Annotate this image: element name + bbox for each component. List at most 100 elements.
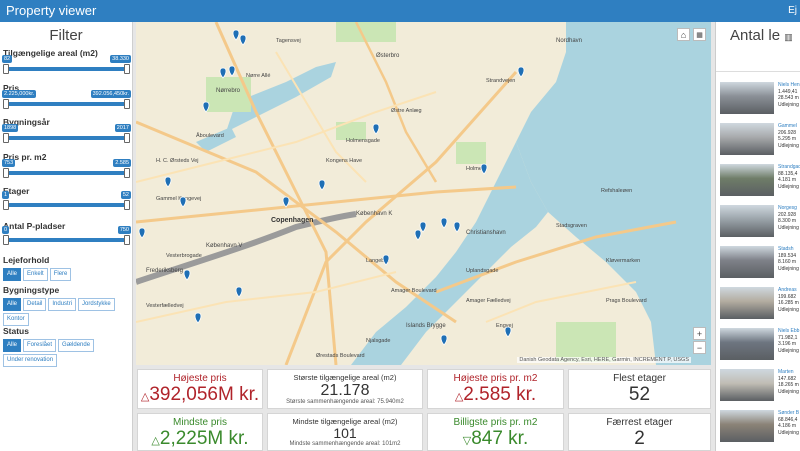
property-detail: Udlejning — [778, 265, 799, 272]
area-min-handle[interactable] — [3, 64, 9, 74]
parking-min-handle[interactable] — [3, 235, 9, 245]
fewest-floors-label: Færrest etager — [606, 417, 673, 428]
property-details: Andreas 199.682 16.285 m Udlejning — [778, 287, 799, 313]
max-price-per-m2-value: 2.585 kr. — [463, 384, 537, 405]
building-type-option-land[interactable]: Jordstykke — [78, 298, 115, 311]
list-item[interactable]: Andreas 199.682 16.285 m Udlejning — [720, 285, 800, 321]
property-pin-icon[interactable] — [414, 229, 422, 241]
price-max-handle[interactable] — [124, 99, 130, 109]
status-option-proposed[interactable]: Foreslået — [23, 339, 57, 352]
min-area-value: 101 — [333, 425, 357, 441]
property-map[interactable]: Copenhagen København K København V Nørre… — [136, 22, 711, 365]
property-pin-icon[interactable] — [282, 196, 290, 208]
list-item[interactable]: Marten 147.682 18.265 m Udlejning — [720, 367, 800, 403]
building-icon: ▥ — [784, 32, 793, 42]
area-max-handle[interactable] — [124, 64, 130, 74]
price-per-m2-range-slider[interactable]: 753 2.585 — [2, 159, 131, 178]
max-price-label: Højeste pris — [173, 373, 227, 384]
list-title: Antal le ▥ — [716, 22, 800, 72]
property-detail: Udlejning — [778, 429, 799, 436]
property-pin-icon[interactable] — [504, 326, 512, 338]
status-option-all[interactable]: Alle — [3, 339, 22, 352]
property-pin-icon[interactable] — [372, 123, 380, 135]
building-type-option-industry[interactable]: Industri — [48, 298, 77, 311]
area-range-slider[interactable]: 82 38.330 — [2, 55, 131, 74]
property-pin-icon[interactable] — [235, 286, 243, 298]
list-item[interactable]: Strandgade88.135,44.181 mUdlejning — [720, 162, 800, 198]
property-name: Niels Ebb — [778, 328, 800, 334]
min-price-label: Mindste pris — [173, 417, 227, 428]
floors-range-slider[interactable]: 1 52 — [2, 191, 131, 210]
property-pin-icon[interactable] — [318, 179, 326, 191]
list-item[interactable]: Sønder B 68.846,4 4.186 m Udlejning — [720, 408, 800, 444]
property-details: Sønder B 68.846,4 4.186 m Udlejning — [778, 410, 799, 436]
list-item[interactable]: Niels Hen 1.449,41 28.543 m Udlejning — [720, 80, 800, 116]
property-detail: 8.160 m — [778, 259, 797, 266]
floors-max-handle[interactable] — [124, 200, 130, 210]
property-pin-icon[interactable] — [453, 221, 461, 233]
property-pin-icon[interactable] — [419, 221, 427, 233]
parking-max-handle[interactable] — [124, 235, 130, 245]
property-name: Norgesg — [778, 205, 797, 211]
property-pin-icon[interactable] — [183, 269, 191, 281]
property-pin-icon[interactable] — [219, 67, 227, 79]
lease-option-all[interactable]: Alle — [3, 268, 22, 281]
property-detail: 8.300 m — [778, 218, 797, 225]
property-pin-icon[interactable] — [440, 217, 448, 229]
property-name: Stadsh — [778, 246, 794, 252]
property-list-panel: Antal le ▥ Niels Hen 1.449,41 28.543 m Udle… — [715, 22, 800, 451]
floors-min-handle[interactable] — [3, 200, 9, 210]
zoom-out-button[interactable]: − — [693, 341, 706, 354]
map-attribution: Danish Geodata Agency, Esri, HERE, Garmi… — [517, 357, 691, 363]
basemap-icon[interactable]: ▦ — [693, 28, 706, 41]
property-name: Gammel — [778, 123, 797, 129]
year-min-value: 1898 — [2, 124, 19, 132]
property-thumbnail — [720, 123, 774, 155]
lease-option-multiple[interactable]: Flere — [49, 268, 72, 281]
year-min-handle[interactable] — [3, 133, 9, 143]
price-per-m2-max-handle[interactable] — [124, 168, 130, 178]
list-item[interactable]: Niels Ebb 71.982,1 3.196 m Udlejning — [720, 326, 800, 362]
zoom-in-button[interactable]: + — [693, 327, 706, 340]
floors-max-value: 52 — [120, 191, 131, 199]
max-area-sub: Største sammenhængende areal: 75.940m2 — [286, 399, 404, 405]
property-detail: 28.543 m — [778, 95, 799, 102]
property-pin-icon[interactable] — [440, 334, 448, 346]
min-price-value: 2,225M kr. — [159, 428, 249, 449]
property-pin-icon[interactable] — [138, 227, 146, 239]
lease-option-single[interactable]: Enkelt — [23, 268, 48, 281]
property-pin-icon[interactable] — [517, 66, 525, 78]
property-pin-icon[interactable] — [228, 65, 236, 77]
status-option-renovation[interactable]: Under renovation — [3, 354, 58, 367]
app-titlebar: Property viewer Ej — [0, 0, 800, 22]
property-thumbnail — [720, 246, 774, 278]
filter-panel: Filter Tilgængelige areal (m2) 82 38.330… — [0, 22, 133, 451]
year-max-handle[interactable] — [124, 133, 130, 143]
year-range-slider[interactable]: 1898 2017 — [2, 124, 131, 143]
list-item[interactable]: Stadsh 189.534 8.160 m Udlejning — [720, 244, 800, 280]
building-type-option-retail[interactable]: Detail — [23, 298, 47, 311]
property-pin-icon[interactable] — [480, 163, 488, 175]
home-icon[interactable]: ⌂ — [677, 28, 690, 41]
property-pin-icon[interactable] — [202, 101, 210, 113]
price-per-m2-min-handle[interactable] — [3, 168, 9, 178]
building-type-option-office[interactable]: Kontor — [3, 313, 29, 326]
property-pin-icon[interactable] — [164, 176, 172, 188]
property-thumbnail — [720, 205, 774, 237]
building-type-option-all[interactable]: Alle — [3, 298, 22, 311]
property-detail: 4.186 m — [778, 423, 797, 430]
property-pin-icon[interactable] — [194, 312, 202, 324]
parking-range-slider[interactable]: 0 750 — [2, 226, 131, 245]
property-pin-icon[interactable] — [232, 29, 240, 41]
property-pin-icon[interactable] — [179, 196, 187, 208]
price-min-handle[interactable] — [3, 99, 9, 109]
list-item[interactable]: Gammel 206.928 5.295 m Udlejning — [720, 121, 800, 157]
header-user-link[interactable]: Ej — [788, 0, 797, 22]
list-item[interactable]: Norgesg 202.928 8.300 m Udlejning — [720, 203, 800, 239]
status-option-current[interactable]: Gældende — [58, 339, 95, 352]
max-price-value: 392,056M kr. — [149, 384, 260, 405]
property-detail: 147.682 — [778, 375, 797, 382]
property-pin-icon[interactable] — [239, 34, 247, 46]
price-range-slider[interactable]: 2.225,000kr. 392.056,450kr. — [2, 90, 131, 109]
property-pin-icon[interactable] — [382, 254, 390, 266]
